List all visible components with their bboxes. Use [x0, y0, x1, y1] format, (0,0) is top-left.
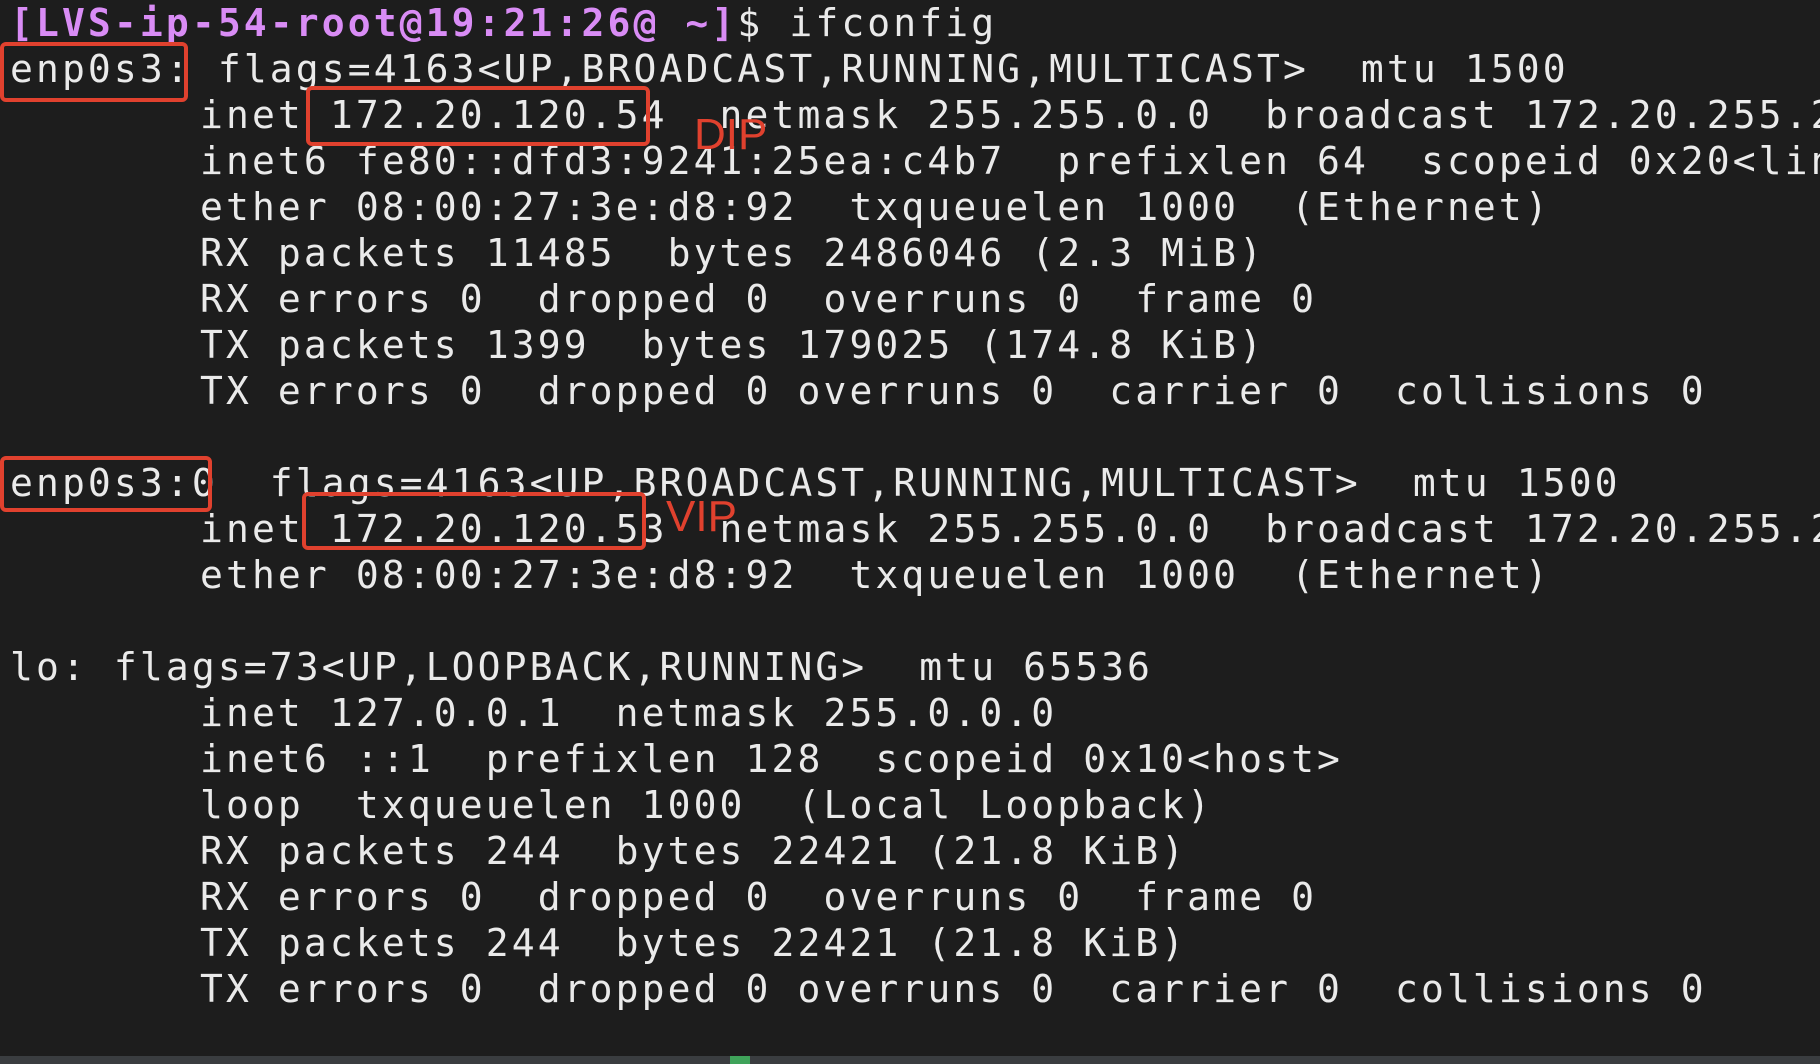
interface-header-enp0s3: enp0s3: flags=4163<UP,BROADCAST,RUNNING,…	[10, 46, 1569, 92]
interface-flags: flags=4163<UP,BROADCAST,RUNNING,MULTICAS…	[269, 461, 1621, 505]
output-line: RX packets 244 bytes 22421 (21.8 KiB)	[200, 829, 1188, 873]
prompt-line: [LVS-ip-54-root@19:21:26@ ~]$ ifconfig	[10, 0, 997, 46]
output-line: inet 127.0.0.1 netmask 255.0.0.0	[200, 691, 1058, 735]
output-line: inet 172.20.120.53 netmask 255.255.0.0 b…	[200, 507, 1820, 551]
output-line: RX errors 0 dropped 0 overruns 0 frame 0	[200, 875, 1318, 919]
output-line: loop txqueuelen 1000 (Local Loopback)	[200, 783, 1214, 827]
output-line: TX errors 0 dropped 0 overruns 0 carrier…	[200, 967, 1707, 1011]
interface-flags: flags=4163<UP,BROADCAST,RUNNING,MULTICAS…	[217, 47, 1569, 91]
dip-label: DIP	[694, 110, 768, 159]
prompt-sign: $	[737, 1, 764, 45]
output-line: RX packets 11485 bytes 2486046 (2.3 MiB)	[200, 231, 1266, 275]
vip-label: VIP	[666, 492, 737, 541]
interface-name: enp0s3:0	[10, 461, 218, 505]
output-line: inet 172.20.120.54 netmask 255.255.0.0 b…	[200, 93, 1820, 137]
scrollbar-thumb[interactable]	[730, 1056, 750, 1064]
prompt-user-host: [LVS-ip-54-root@19:21:26@ ~]	[10, 1, 738, 45]
output-line: inet6 fe80::dfd3:9241:25ea:c4b7 prefixle…	[200, 139, 1820, 183]
output-line: TX errors 0 dropped 0 overruns 0 carrier…	[200, 369, 1707, 413]
interface-header-lo: lo: flags=73<UP,LOOPBACK,RUNNING> mtu 65…	[10, 644, 1153, 690]
output-line: TX packets 1399 bytes 179025 (174.8 KiB)	[200, 323, 1266, 367]
output-line: TX packets 244 bytes 22421 (21.8 KiB)	[200, 921, 1188, 965]
output-line: ether 08:00:27:3e:d8:92 txqueuelen 1000 …	[200, 185, 1551, 229]
horizontal-scrollbar[interactable]	[0, 1056, 1820, 1064]
output-line: inet6 ::1 prefixlen 128 scopeid 0x10<hos…	[200, 737, 1344, 781]
output-line: RX errors 0 dropped 0 overruns 0 frame 0	[200, 277, 1318, 321]
output-line: ether 08:00:27:3e:d8:92 txqueuelen 1000 …	[200, 553, 1551, 597]
interface-name: lo:	[10, 645, 88, 689]
terminal-window[interactable]: [LVS-ip-54-root@19:21:26@ ~]$ ifconfig e…	[0, 0, 1820, 1064]
interface-name: enp0s3:	[10, 47, 192, 91]
interface-header-enp0s3-0: enp0s3:0 flags=4163<UP,BROADCAST,RUNNING…	[10, 460, 1621, 506]
interface-flags: flags=73<UP,LOOPBACK,RUNNING> mtu 65536	[113, 645, 1154, 689]
command-text: ifconfig	[789, 1, 998, 45]
